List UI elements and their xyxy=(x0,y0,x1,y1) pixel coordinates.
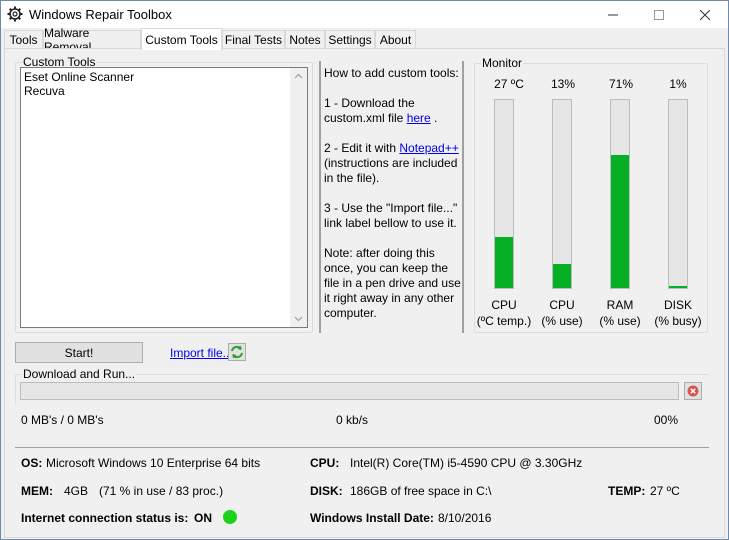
instructions-step3-line2: link label bellow to use it. xyxy=(324,216,457,230)
title-bar: Windows Repair Toolbox xyxy=(1,1,728,28)
maximize-button[interactable] xyxy=(636,1,682,28)
temp-value: 27 ºC xyxy=(650,484,680,498)
ram-use-label: RAM xyxy=(606,298,634,312)
cpu-use-sublabel: (% use) xyxy=(541,314,583,328)
minimize-icon xyxy=(608,14,618,15)
internet-status-indicator xyxy=(223,510,237,524)
mem-detail: (71 % in use / 83 proc.) xyxy=(99,484,224,498)
tab-notes[interactable]: Notes xyxy=(285,30,325,49)
download-percent-text: 00% xyxy=(654,413,679,427)
import-file-link[interactable]: Import file... xyxy=(170,346,233,360)
divider xyxy=(15,447,709,448)
list-item[interactable]: Eset Online Scanner xyxy=(24,70,134,84)
disk-label: DISK: xyxy=(310,484,343,498)
maximize-icon xyxy=(654,9,664,20)
chevron-down-icon[interactable] xyxy=(294,314,303,323)
ram-use-meter xyxy=(610,99,630,289)
disk-busy-sublabel: (% busy) xyxy=(654,314,702,328)
monitor-group-label: Monitor xyxy=(481,56,524,70)
ram-use-value: 71% xyxy=(608,77,634,91)
download-speed-text: 0 kb/s xyxy=(336,413,369,427)
instructions-note-line5: computer. xyxy=(324,306,377,320)
install-date-label: Windows Install Date: xyxy=(310,511,434,525)
instructions-step1-line2: custom.xml file here . xyxy=(324,111,438,125)
instructions-step1: 1 - Download the xyxy=(324,96,415,110)
tab-custom-tools[interactable]: Custom Tools xyxy=(141,28,222,50)
gear-icon xyxy=(7,6,23,22)
cpu-temp-meter xyxy=(494,99,514,289)
internet-status-value: ON xyxy=(194,511,212,525)
cpu-temp-sublabel: (ºC temp.) xyxy=(476,314,532,328)
disk-value: 186GB of free space in C:\ xyxy=(350,484,492,498)
disk-busy-label: DISK xyxy=(663,298,692,312)
cpu-use-value: 13% xyxy=(550,77,576,91)
custom-tools-list[interactable]: Eset Online Scanner Recuva xyxy=(20,67,308,328)
close-icon xyxy=(687,385,699,397)
instructions-step2-line2: (instructions are included xyxy=(324,156,458,170)
chevron-up-icon[interactable] xyxy=(294,72,303,81)
download-size-text: 0 MB's / 0 MB's xyxy=(21,413,104,427)
download-here-link[interactable]: here xyxy=(407,111,431,125)
cpu-use-meter xyxy=(552,99,572,289)
cpu-temp-value: 27 ºC xyxy=(494,77,524,91)
ram-use-meter-fill xyxy=(611,154,629,288)
mem-value: 4GB xyxy=(64,484,89,498)
cpu-label: CPU: xyxy=(310,456,340,470)
cpu-use-meter-fill xyxy=(553,263,571,288)
download-progress-bar xyxy=(20,382,679,400)
list-item[interactable]: Recuva xyxy=(24,84,65,98)
download-run-label: Download and Run... xyxy=(22,367,137,381)
instructions-note: Note: after doing this xyxy=(324,246,435,260)
disk-busy-value: 1% xyxy=(669,77,687,91)
instructions-step3: 3 - Use the "Import file..." xyxy=(324,201,458,215)
refresh-icon[interactable] xyxy=(228,343,246,361)
tab-strip: Tools Malware Removal Custom Tools Final… xyxy=(4,26,726,54)
cpu-temp-meter-fill xyxy=(495,237,513,288)
instructions-note-line2: once, you can keep the xyxy=(324,261,449,275)
close-window-button[interactable] xyxy=(682,1,728,28)
cpu-value: Intel(R) Core(TM) i5-4590 CPU @ 3.30GHz xyxy=(350,456,583,470)
app-window: Windows Repair Toolbox Tools Malware Rem… xyxy=(0,0,729,540)
tab-about[interactable]: About xyxy=(375,30,416,49)
instructions-step2: 2 - Edit it with Notepad++ xyxy=(324,141,459,155)
mem-label: MEM: xyxy=(21,484,53,498)
start-button[interactable]: Start! xyxy=(15,342,143,363)
instructions-note-line4: it right away in any other xyxy=(324,291,455,305)
instructions-panel: How to add custom tools: 1 - Download th… xyxy=(319,61,464,333)
notepad-plus-plus-link[interactable]: Notepad++ xyxy=(399,141,458,155)
window-title: Windows Repair Toolbox xyxy=(29,7,172,22)
tab-malware-removal[interactable]: Malware Removal xyxy=(43,26,141,54)
os-value: Microsoft Windows 10 Enterprise 64 bits xyxy=(46,456,261,470)
minimize-button[interactable] xyxy=(590,1,636,28)
instructions-step2-line3: in the file). xyxy=(324,171,380,185)
disk-busy-meter-fill xyxy=(669,286,687,288)
cpu-temp-label: CPU xyxy=(491,298,517,312)
instructions-note-line3: file in a pen drive and use xyxy=(324,276,461,290)
tab-settings[interactable]: Settings xyxy=(325,30,375,49)
install-date-value: 8/10/2016 xyxy=(438,511,492,525)
tab-final-tests[interactable]: Final Tests xyxy=(222,30,285,49)
close-icon xyxy=(700,9,710,20)
tab-tools[interactable]: Tools xyxy=(4,30,43,49)
instructions-heading: How to add custom tools: xyxy=(324,66,459,80)
cancel-download-button[interactable] xyxy=(684,382,702,400)
list-scrollbar[interactable] xyxy=(290,68,307,327)
internet-status-label: Internet connection status is: xyxy=(21,511,189,525)
temp-label: TEMP: xyxy=(608,484,646,498)
cpu-use-label: CPU xyxy=(549,298,575,312)
disk-busy-meter xyxy=(668,99,688,289)
ram-use-sublabel: (% use) xyxy=(599,314,641,328)
os-label: OS: xyxy=(21,456,43,470)
